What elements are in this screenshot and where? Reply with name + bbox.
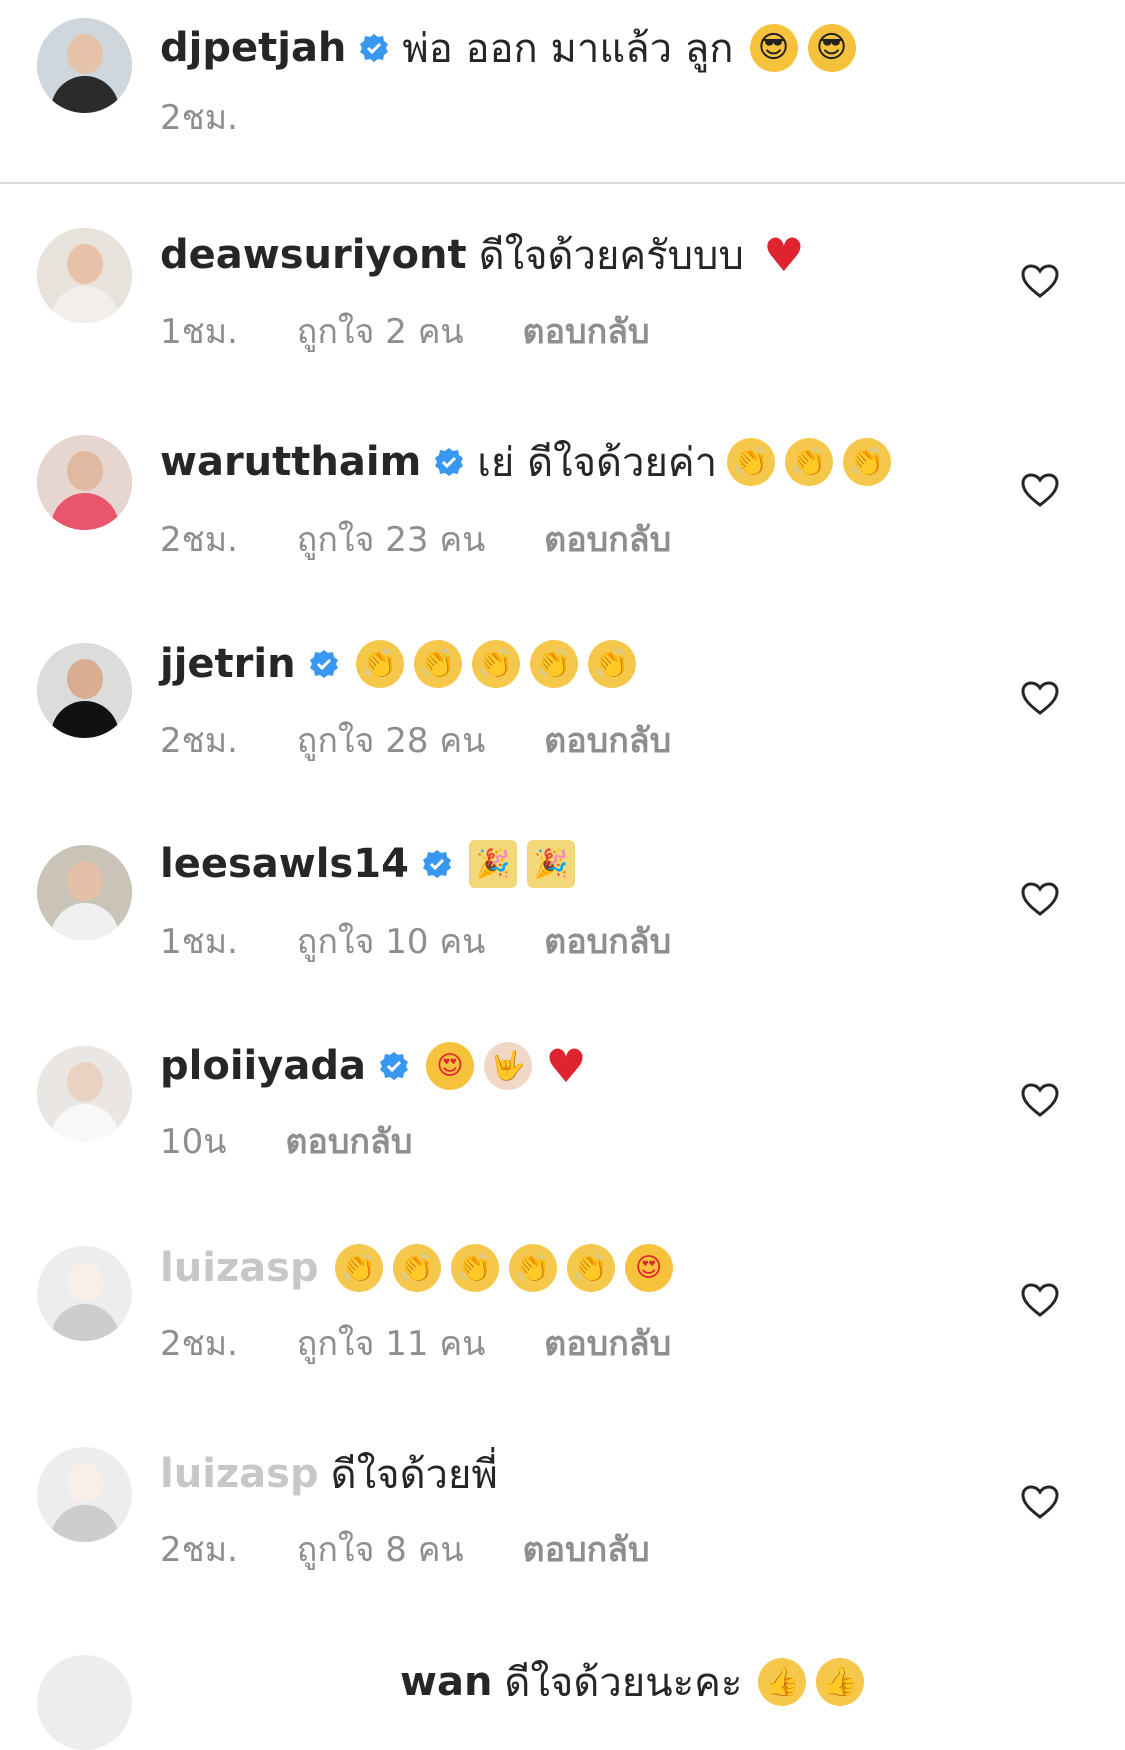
avatar[interactable]: [37, 643, 132, 738]
like-heart-icon[interactable]: [1020, 881, 1060, 917]
comment-username[interactable]: warutthaim: [160, 439, 421, 485]
reply-button[interactable]: ตอบกลับ: [523, 1522, 650, 1576]
verified-badge-icon: [308, 648, 340, 680]
comment-username[interactable]: ploiiyada: [160, 1043, 366, 1089]
comment-text: ดีใจด้วยครับบบ: [478, 233, 744, 279]
likes-count[interactable]: ถูกใจ 8 คน: [297, 1522, 464, 1576]
verified-badge-icon: [358, 32, 390, 64]
like-heart-icon[interactable]: [1020, 680, 1060, 716]
likes-count[interactable]: ถูกใจ 11 คน: [297, 1316, 486, 1370]
avatar[interactable]: [37, 435, 132, 530]
reply-button[interactable]: ตอบกลับ: [544, 512, 671, 566]
clapping-hands-emoji-icon: 👏: [508, 1244, 557, 1292]
likes-count[interactable]: ถูกใจ 23 คน: [297, 512, 486, 566]
avatar[interactable]: [37, 228, 132, 323]
caption-text: พ่อ ออก มาแล้ว ลูก: [402, 26, 734, 72]
avatar[interactable]: [37, 1246, 132, 1341]
clapping-hands-emoji-icon: 👏: [727, 438, 776, 486]
comment-text: ดีใจด้วยนะคะ: [504, 1660, 743, 1706]
avatar[interactable]: [37, 1655, 132, 1750]
likes-count[interactable]: ถูกใจ 28 คน: [297, 713, 486, 767]
clapping-hands-emoji-icon: 👏: [566, 1244, 615, 1292]
timestamp: 2ชม.: [160, 98, 238, 138]
thumbs-up-emoji-icon: 👍: [758, 1658, 807, 1706]
like-heart-icon[interactable]: [1020, 1282, 1060, 1318]
avatar[interactable]: [37, 845, 132, 940]
comment-username[interactable]: leesawls14: [160, 841, 409, 887]
timestamp: 10น: [160, 1122, 227, 1162]
timestamp: 1ชม.: [160, 312, 238, 352]
thumbs-up-emoji-icon: 👍: [816, 1658, 865, 1706]
love-you-gesture-emoji-icon: 🤟: [483, 1042, 532, 1090]
like-heart-icon[interactable]: [1020, 1082, 1060, 1118]
red-heart-emoji-icon: ♥: [763, 228, 805, 282]
divider: [0, 182, 1125, 184]
clapping-hands-emoji-icon: 👏: [587, 640, 636, 688]
clapping-hands-emoji-icon: 👏: [334, 1244, 383, 1292]
like-heart-icon[interactable]: [1020, 263, 1060, 299]
timestamp: 2ชม.: [160, 1324, 238, 1364]
heart-eyes-emoji-icon: 😍: [425, 1042, 474, 1090]
like-heart-icon[interactable]: [1020, 1484, 1060, 1520]
heart-eyes-emoji-icon: 😍: [624, 1244, 673, 1292]
avatar[interactable]: [37, 1046, 132, 1141]
verified-badge-icon: [421, 848, 453, 880]
reply-button[interactable]: ตอบกลับ: [544, 713, 671, 767]
verified-badge-icon: [378, 1050, 410, 1082]
reply-button[interactable]: ตอบกลับ: [544, 1316, 671, 1370]
red-heart-emoji-icon: ♥: [545, 1039, 587, 1093]
reply-button[interactable]: ตอบกลับ: [285, 1114, 412, 1168]
clapping-hands-emoji-icon: 👏: [413, 640, 462, 688]
comment-username[interactable]: wan: [400, 1659, 492, 1705]
sunglasses-emoji-icon: 😎: [807, 24, 856, 72]
sunglasses-emoji-icon: 😎: [749, 24, 798, 72]
likes-count[interactable]: ถูกใจ 10 คน: [297, 914, 486, 968]
comment-text: เย่ ดีใจด้วยค่า: [477, 440, 718, 486]
comment-username[interactable]: luizasp: [160, 1451, 319, 1497]
party-popper-emoji-icon: 🎉: [526, 840, 575, 888]
avatar[interactable]: [37, 18, 132, 113]
comment-username[interactable]: deawsuriyont: [160, 232, 467, 278]
comment-username[interactable]: luizasp: [160, 1245, 319, 1291]
timestamp: 2ชม.: [160, 520, 238, 560]
timestamp: 1ชม.: [160, 922, 238, 962]
clapping-hands-emoji-icon: 👏: [471, 640, 520, 688]
comment-text: ดีใจด้วยพี่: [330, 1452, 498, 1498]
timestamp: 2ชม.: [160, 721, 238, 761]
reply-button[interactable]: ตอบกลับ: [523, 304, 650, 358]
reply-button[interactable]: ตอบกลับ: [544, 914, 671, 968]
timestamp: 2ชม.: [160, 1530, 238, 1570]
clapping-hands-emoji-icon: 👏: [843, 438, 892, 486]
clapping-hands-emoji-icon: 👏: [785, 438, 834, 486]
clapping-hands-emoji-icon: 👏: [529, 640, 578, 688]
verified-badge-icon: [433, 446, 465, 478]
comment-username[interactable]: jjetrin: [160, 641, 296, 687]
clapping-hands-emoji-icon: 👏: [392, 1244, 441, 1292]
avatar[interactable]: [37, 1447, 132, 1542]
likes-count[interactable]: ถูกใจ 2 คน: [297, 304, 464, 358]
like-heart-icon[interactable]: [1020, 472, 1060, 508]
party-popper-emoji-icon: 🎉: [468, 840, 517, 888]
clapping-hands-emoji-icon: 👏: [355, 640, 404, 688]
caption-username[interactable]: djpetjah: [160, 25, 346, 71]
clapping-hands-emoji-icon: 👏: [450, 1244, 499, 1292]
